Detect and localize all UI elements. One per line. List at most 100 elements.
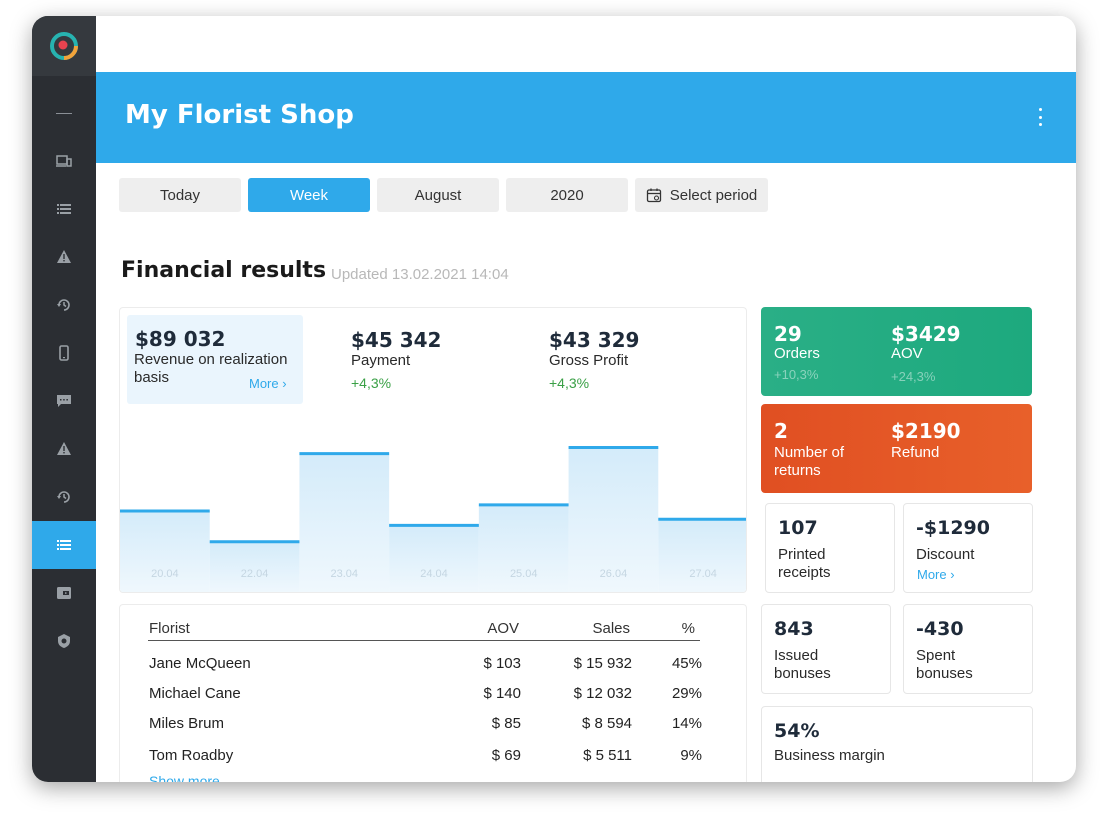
table-row[interactable]: Jane McQueen $ 103 $ 15 932 45%	[120, 655, 746, 679]
sidebar-item-devices[interactable]	[32, 138, 96, 184]
sidebar-item-alerts-2[interactable]	[32, 426, 96, 472]
revenue-more-link[interactable]: More ›	[249, 376, 287, 391]
list-icon	[57, 540, 71, 550]
discount-card[interactable]: -$1290 Discount More ›	[903, 503, 1033, 593]
sidebar-item-alerts[interactable]	[32, 234, 96, 280]
tab-today[interactable]: Today	[119, 178, 241, 212]
more-menu-icon[interactable]	[1036, 108, 1044, 126]
aov-change: +24,3%	[891, 369, 936, 384]
col-header-percent: %	[681, 620, 695, 637]
chart-area-segment	[120, 511, 210, 592]
x-tick-label: 26.04	[600, 568, 628, 580]
history-icon	[57, 491, 70, 503]
devices-icon	[56, 155, 72, 167]
sidebar-item-reports[interactable]	[32, 521, 96, 569]
updated-timestamp: Updated 13.02.2021 14:04	[331, 266, 509, 283]
show-more-link[interactable]: Show more	[149, 773, 220, 782]
florist-percent: 29%	[671, 685, 702, 702]
sidebar-item-list[interactable]	[32, 186, 96, 232]
florist-sales: $ 12 032	[573, 685, 632, 702]
col-header-sales: Sales	[592, 620, 630, 637]
x-tick-label: 23.04	[331, 568, 359, 580]
returns-label: Number of returns	[774, 444, 845, 479]
sidebar-item-messages[interactable]	[32, 378, 96, 424]
profit-label: Gross Profit	[549, 352, 629, 369]
logo-icon	[50, 32, 78, 60]
orders-value: 29	[774, 322, 802, 346]
florist-name: Jane McQueen	[149, 655, 251, 672]
sidebar-item-mobile[interactable]	[32, 330, 96, 376]
aov-label: AOV	[891, 345, 923, 362]
receipts-card[interactable]: 107 Printed receipts	[765, 503, 895, 593]
app-logo[interactable]	[32, 16, 96, 76]
x-tick-label: 25.04	[510, 568, 538, 580]
margin-card[interactable]: 54% Business margin	[761, 706, 1033, 782]
discount-label: Discount	[916, 546, 975, 563]
page-header: My Florist Shop	[96, 72, 1076, 163]
issued-value: 843	[774, 618, 814, 640]
florist-name: Michael Cane	[149, 685, 241, 702]
col-header-aov: AOV	[487, 620, 519, 637]
orders-label: Orders	[774, 345, 820, 362]
florist-aov: $ 103	[483, 655, 521, 672]
select-period-button[interactable]: Select period	[635, 178, 768, 212]
orders-kpi-card[interactable]: 29 Orders +10,3% $3429 AOV +24,3%	[761, 307, 1032, 396]
warning-icon	[57, 442, 71, 455]
app-window: My Florist Shop Today Week August 2020 S…	[32, 16, 1076, 782]
receipts-label: Printed receipts	[778, 546, 831, 581]
x-tick-label: 22.04	[241, 568, 269, 580]
list-icon	[57, 204, 71, 214]
refund-label: Refund	[891, 444, 940, 461]
discount-value: -$1290	[916, 517, 990, 539]
warning-icon	[57, 250, 71, 263]
financial-chart-card: 20.04 22.04 23.04 24.04 25.04 26.04 27.04 $89 …	[119, 307, 747, 593]
x-tick-label: 27.04	[689, 568, 717, 580]
select-period-label: Select period	[669, 186, 758, 204]
sidebar-item-history[interactable]	[32, 282, 96, 328]
sidebar-item-history-2[interactable]	[32, 474, 96, 520]
aov-value: $3429	[891, 322, 961, 346]
issued-label: Issued bonuses	[774, 647, 831, 682]
florist-table: Florist AOV Sales % Jane McQueen $ 103 $…	[119, 604, 747, 782]
x-tick-label: 20.04	[151, 568, 179, 580]
florist-aov: $ 140	[483, 685, 521, 702]
tab-august[interactable]: August	[377, 178, 499, 212]
table-row[interactable]: Miles Brum $ 85 $ 8 594 14%	[120, 715, 746, 739]
tab-week[interactable]: Week	[248, 178, 370, 212]
florist-name: Miles Brum	[149, 715, 225, 732]
table-row[interactable]: Tom Roadby $ 69 $ 5 511 9%	[120, 747, 746, 771]
sidebar	[32, 16, 96, 782]
x-tick-label: 24.04	[420, 568, 448, 580]
loyalty-icon	[58, 634, 70, 648]
chart-area-segment	[658, 519, 746, 592]
florist-percent: 9%	[680, 747, 702, 764]
spent-label: Spent bonuses	[916, 647, 973, 682]
florist-sales: $ 5 511	[583, 747, 632, 764]
revenue-value: $89 032	[135, 327, 226, 351]
receipts-value: 107	[778, 517, 818, 539]
payment-label: Payment	[351, 352, 411, 369]
discount-more-link[interactable]: More ›	[917, 567, 955, 582]
dash-icon	[56, 112, 72, 114]
spent-bonuses-card[interactable]: -430 Spent bonuses	[903, 604, 1033, 694]
orders-change: +10,3%	[774, 367, 819, 382]
returns-kpi-card[interactable]: 2 Number of returns $2190 Refund	[761, 404, 1032, 493]
payment-value: $45 342	[351, 328, 442, 352]
phone-icon	[59, 345, 69, 361]
returns-value: 2	[774, 419, 788, 443]
tab-2020[interactable]: 2020	[506, 178, 628, 212]
profit-change: +4,3%	[549, 375, 590, 391]
chart-area-segment	[389, 525, 479, 592]
sidebar-item-loyalty[interactable]	[32, 618, 96, 664]
sidebar-item-wallet[interactable]	[32, 570, 96, 616]
spent-value: -430	[916, 618, 964, 640]
chat-icon	[57, 395, 71, 407]
issued-bonuses-card[interactable]: 843 Issued bonuses	[761, 604, 891, 694]
payment-change: +4,3%	[351, 375, 392, 391]
sidebar-collapse[interactable]	[32, 90, 96, 136]
florist-aov: $ 85	[491, 715, 521, 732]
florist-percent: 14%	[671, 715, 702, 732]
calendar-icon	[646, 188, 661, 203]
section-title: Financial results	[121, 258, 327, 283]
table-row[interactable]: Michael Cane $ 140 $ 12 032 29%	[120, 685, 746, 709]
